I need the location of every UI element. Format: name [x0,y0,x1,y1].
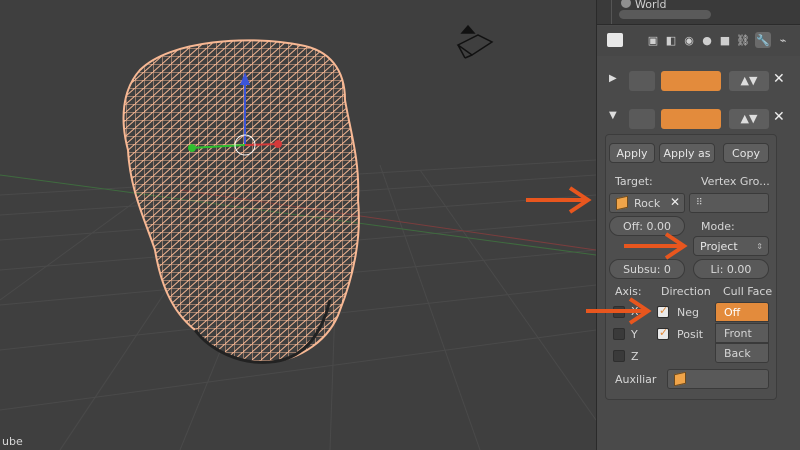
expand-arrow-icon[interactable]: ▶ [609,73,617,84]
editor-type-icon[interactable] [607,33,623,47]
target-label: Target: [615,175,653,188]
properties-tab-bar: ▣ ◧ ◉ ● ■ ⛓ 🔧 ⌁ [597,26,800,56]
cull-face-front-option[interactable]: Front [715,323,769,343]
scene-tab-icon[interactable]: ◉ [681,32,697,48]
target-field[interactable]: Rock ✕ [609,193,685,213]
3d-viewport[interactable]: ube [0,0,596,450]
direction-label: Direction [661,285,711,298]
y-handle-icon [188,144,196,152]
annotation-arrow-mode [624,232,688,260]
clear-target-icon[interactable]: ✕ [670,195,680,209]
rock-mesh[interactable] [122,39,360,364]
modifier-visibility-toggles[interactable] [661,71,721,91]
mode-value: Project [700,239,738,253]
limit-field[interactable]: Li: 0.00 [693,259,769,279]
cull-face-off-option[interactable]: Off [715,302,769,322]
target-value: Rock [634,196,661,210]
auxiliary-target-label: Auxiliar [615,373,657,386]
auxiliary-target-field[interactable] [667,369,769,389]
move-up-down-buttons[interactable]: ▲▼ [729,109,769,129]
camera-icon[interactable] [456,24,494,59]
modifier-visibility-toggles[interactable] [661,109,721,129]
render-layers-tab-icon[interactable]: ◧ [663,32,679,48]
shrinkwrap-type-icon [629,109,655,129]
copy-button[interactable]: Copy [723,143,769,163]
direction-neg-label: Neg [677,306,699,319]
world-tab-icon[interactable]: ● [699,32,715,48]
cull-face-back-option[interactable]: Back [715,343,769,363]
direction-pos-label: Posit [677,328,704,341]
object-name-label: ube [2,435,23,448]
outliner-scrollbar[interactable] [619,10,711,19]
annotation-arrow-neg [586,297,652,325]
apply-as-button[interactable]: Apply as [659,143,715,163]
cull-face-label: Cull Face [723,285,773,298]
constraints-tab-icon[interactable]: ⛓ [735,32,751,48]
move-up-down-buttons[interactable]: ▲▼ [729,71,769,91]
apply-button[interactable]: Apply [609,143,655,163]
mode-dropdown[interactable]: Project ⇕ [693,236,769,256]
modifier-type-icon [629,71,655,91]
modifiers-tab-icon[interactable]: 🔧 [755,32,771,48]
axis-y-label: Y [631,328,638,341]
direction-pos-checkbox[interactable] [657,326,669,340]
world-icon [621,0,631,8]
outliner-strip: World [597,0,800,25]
x-handle-icon [274,140,282,148]
vertex-group-icon: ⠿ [696,198,703,208]
remove-modifier-icon[interactable]: ✕ [773,71,785,87]
modifier-header-collapsed: ▶ ▲▼ ✕ [605,68,795,94]
vertex-group-label: Vertex Gro... [701,175,770,188]
vertex-group-field[interactable]: ⠿ [689,193,769,213]
particles-tab-icon[interactable]: ⌁ [775,32,791,48]
object-cube-icon [674,371,686,387]
object-tab-icon[interactable]: ■ [717,32,733,48]
render-tab-icon[interactable]: ▣ [645,32,661,48]
properties-panel: World ▣ ◧ ◉ ● ■ ⛓ 🔧 ⌁ ▶ ▲▼ ✕ ▼ ▲▼ ✕ Appl… [596,0,800,450]
object-cube-icon [616,195,628,211]
viewport-scene [0,24,596,450]
direction-neg-checkbox[interactable] [657,304,669,318]
mode-label: Mode: [701,220,735,233]
collapse-arrow-icon[interactable]: ▼ [609,110,617,121]
axis-z-checkbox[interactable] [613,350,625,362]
modifier-header-expanded: ▼ ▲▼ ✕ [605,106,795,132]
axis-z-label: Z [631,350,639,363]
dropdown-arrows-icon: ⇕ [756,241,763,251]
remove-modifier-icon[interactable]: ✕ [773,109,785,125]
axis-y-checkbox[interactable] [613,328,625,340]
annotation-arrow-target [526,186,592,214]
